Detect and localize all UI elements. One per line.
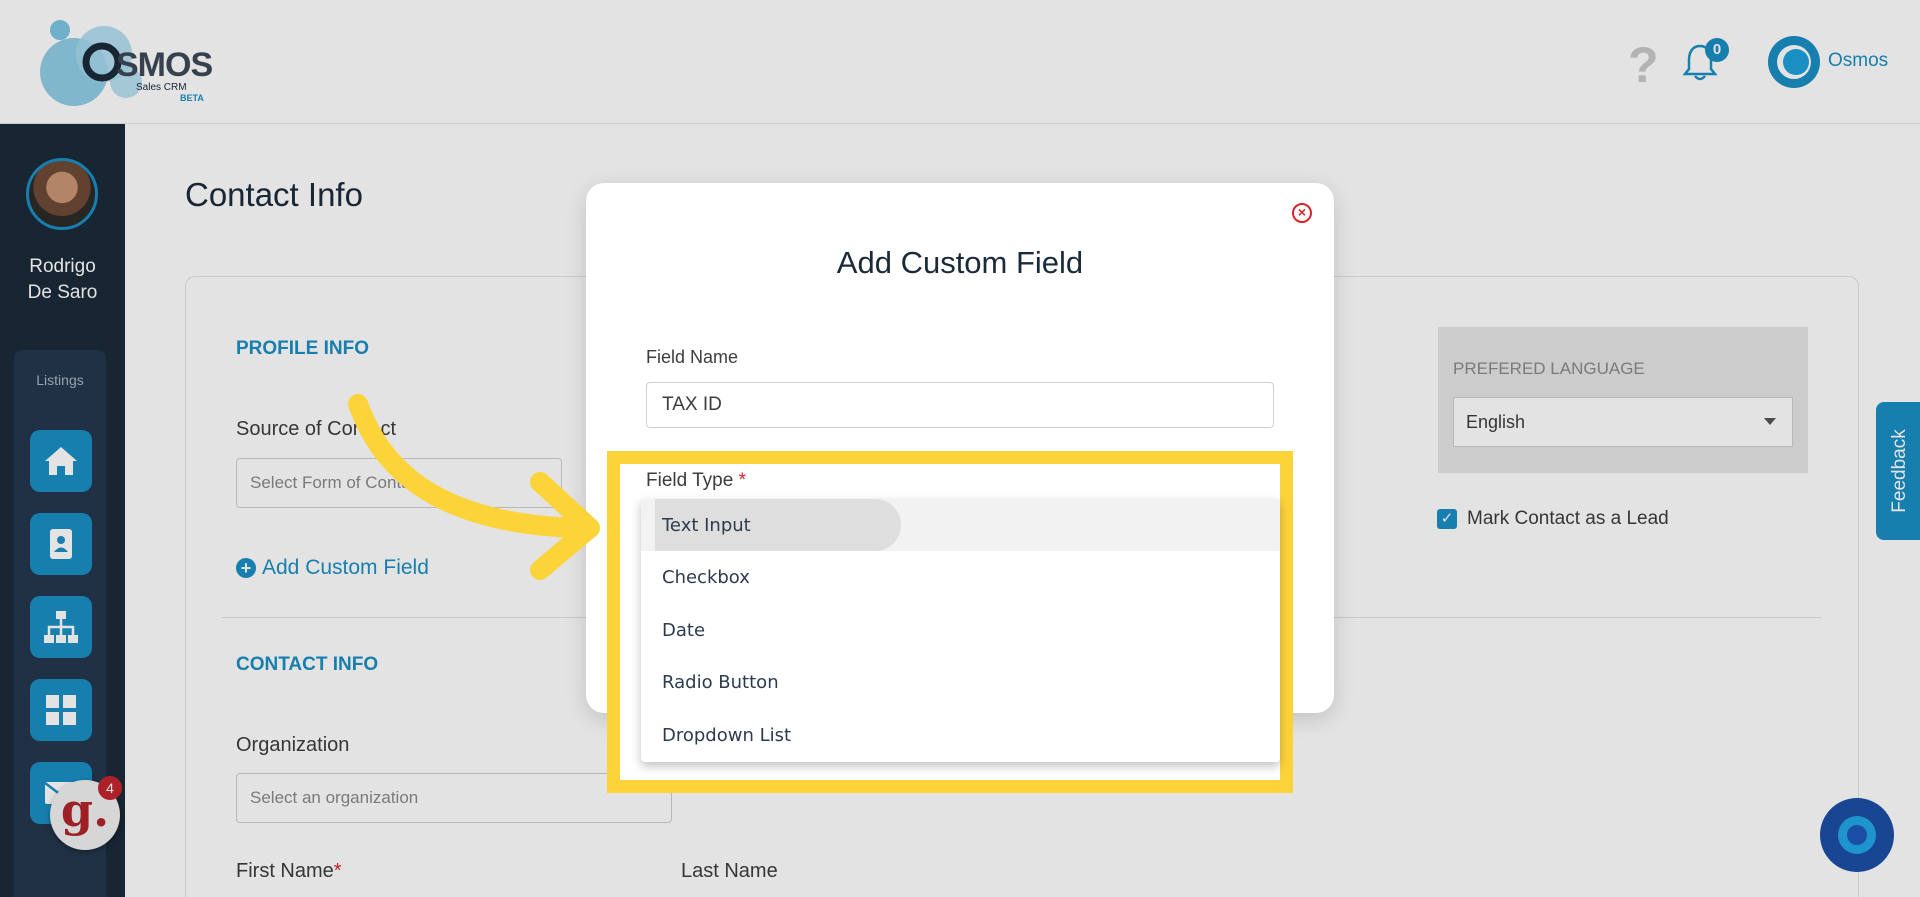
required-mark: * xyxy=(738,470,746,491)
option-text-input[interactable]: Text Input xyxy=(641,499,1280,551)
option-label: Checkbox xyxy=(662,566,750,588)
option-label: Radio Button xyxy=(662,671,779,693)
field-type-dropdown: Text Input Checkbox Date Radio Button Dr… xyxy=(641,499,1280,762)
arrow-pointer-icon xyxy=(348,394,600,580)
option-label: Date xyxy=(662,619,706,641)
field-type-text: Field Type xyxy=(646,470,734,491)
field-type-label: Field Type * xyxy=(646,470,746,492)
field-name-label: Field Name xyxy=(646,347,739,367)
option-label: Text Input xyxy=(662,514,751,536)
option-checkbox[interactable]: Checkbox xyxy=(641,551,1280,603)
modal-title: Add Custom Field xyxy=(836,245,1084,280)
field-name-input[interactable]: TAX ID xyxy=(646,382,1274,428)
option-dropdown-list[interactable]: Dropdown List xyxy=(641,709,1280,761)
option-label: Dropdown List xyxy=(662,724,792,746)
option-date[interactable]: Date xyxy=(641,604,1280,656)
close-icon[interactable]: × xyxy=(1292,203,1312,223)
option-radio-button[interactable]: Radio Button xyxy=(641,656,1280,708)
